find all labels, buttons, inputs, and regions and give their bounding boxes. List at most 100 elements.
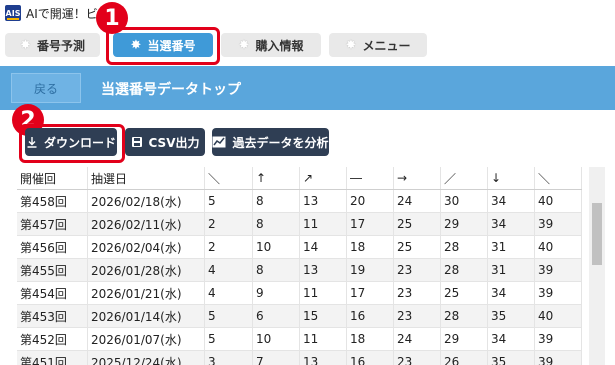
table-cell: 20	[346, 189, 394, 213]
table-cell: 13	[299, 258, 347, 282]
tab-label: 購入情報	[255, 38, 304, 53]
table-cell: 40	[534, 235, 582, 259]
back-button[interactable]: 戻る	[11, 73, 81, 103]
download-button[interactable]: ダウンロード	[25, 128, 117, 156]
table-cell: 第451回	[17, 350, 88, 365]
column-header-n2[interactable]: ↑	[252, 167, 300, 190]
table-cell: 第457回	[17, 212, 88, 236]
table-cell: 5	[204, 189, 253, 213]
table-cell: 39	[534, 350, 582, 365]
table-cell: 26	[440, 350, 488, 365]
table-cell: 11	[299, 212, 347, 236]
table-cell: 39	[534, 281, 582, 305]
table-cell: 3	[204, 350, 253, 365]
table-cell: 18	[346, 235, 394, 259]
table-row[interactable]: 第452回 2026/01/07(水) 5 10 11 18 24 29 34 …	[17, 327, 582, 351]
table-row[interactable]: 第453回 2026/01/14(水) 5 6 15 16 23 28 35 4…	[17, 304, 582, 328]
table-row[interactable]: 第457回 2026/02/11(水) 2 8 11 17 25 29 34 3…	[17, 212, 582, 236]
table-cell: 25	[440, 281, 488, 305]
table-cell: 4	[204, 281, 253, 305]
tab-number-prediction[interactable]: ✸ 番号予測	[5, 33, 100, 57]
table-cell: 24	[393, 189, 441, 213]
table-cell: 28	[440, 258, 488, 282]
download-label: ダウンロード	[43, 135, 116, 150]
tab-menu[interactable]: ✸ メニュー	[329, 33, 427, 57]
csv-export-button[interactable]: CSV出力	[125, 128, 205, 156]
table-cell: 40	[534, 189, 582, 213]
table-cell: 7	[252, 350, 300, 365]
annotation-badge-1: 1	[96, 2, 128, 34]
column-header-date[interactable]: 抽選日	[87, 167, 205, 190]
table-cell: 2	[204, 212, 253, 236]
tab-label: メニュー	[362, 38, 411, 53]
table-cell: 40	[534, 304, 582, 328]
table-cell: 13	[299, 189, 347, 213]
download-icon	[26, 136, 38, 148]
table-cell: 34	[487, 189, 535, 213]
page-header: 戻る 当選番号データトップ	[0, 66, 615, 110]
app-logo-text: AIS	[5, 8, 21, 18]
app-logo: AIS	[5, 5, 21, 21]
table-cell: 14	[299, 235, 347, 259]
highlight-box-tab	[106, 27, 220, 65]
results-table-container: 開催回 抽選日 ＼ ↑ ↗ ― → ／ ↓ ＼ 第458回 2026/02/18…	[17, 167, 589, 365]
table-cell: 24	[393, 327, 441, 351]
table-cell: 34	[487, 212, 535, 236]
table-cell: 28	[440, 304, 488, 328]
save-icon	[131, 136, 143, 148]
table-cell: 10	[252, 327, 300, 351]
table-cell: 16	[346, 350, 394, 365]
column-header-n1[interactable]: ＼	[204, 167, 253, 190]
table-cell: 29	[440, 327, 488, 351]
table-cell: 11	[299, 281, 347, 305]
table-cell: 31	[487, 235, 535, 259]
table-cell: 34	[487, 327, 535, 351]
column-header-round[interactable]: 開催回	[17, 167, 88, 190]
column-header-n5[interactable]: →	[393, 167, 441, 190]
table-cell: 9	[252, 281, 300, 305]
table-cell: 2026/01/14(水)	[87, 304, 205, 328]
table-row[interactable]: 第455回 2026/01/28(水) 4 8 13 19 23 28 31 3…	[17, 258, 582, 282]
csv-export-label: CSV出力	[148, 135, 200, 150]
column-header-n4[interactable]: ―	[346, 167, 394, 190]
column-header-n3[interactable]: ↗	[299, 167, 347, 190]
analyze-past-data-button[interactable]: 過去データを分析	[212, 128, 329, 156]
table-cell: 15	[299, 304, 347, 328]
title-bar: AIS AIで開運！ビン	[0, 0, 615, 26]
tab-purchase-info[interactable]: ✸ 購入情報	[221, 33, 321, 57]
table-cell: 17	[346, 281, 394, 305]
scrollbar-thumb[interactable]	[592, 203, 602, 265]
table-row[interactable]: 第451回 2025/12/24(水) 3 7 13 16 23 26 35 3…	[17, 350, 582, 365]
column-header-n7[interactable]: ↓	[487, 167, 535, 190]
table-row[interactable]: 第456回 2026/02/04(水) 2 10 14 18 25 28 31 …	[17, 235, 582, 259]
table-cell: 29	[440, 212, 488, 236]
table-cell: 4	[204, 258, 253, 282]
table-cell: 2026/01/07(水)	[87, 327, 205, 351]
table-row[interactable]: 第458回 2026/02/18(水) 5 8 13 20 24 30 34 4…	[17, 189, 582, 213]
table-cell: 18	[346, 327, 394, 351]
table-cell: 8	[252, 189, 300, 213]
table-cell: 10	[252, 235, 300, 259]
table-cell: 5	[204, 304, 253, 328]
chart-icon	[212, 136, 226, 148]
table-cell: 2026/02/18(水)	[87, 189, 205, 213]
table-cell: 第453回	[17, 304, 88, 328]
table-cell: 39	[534, 258, 582, 282]
tab-bar: ✸ 番号予測 ✸ 当選番号 ✸ 購入情報 ✸ メニュー	[0, 26, 615, 66]
table-cell: 第458回	[17, 189, 88, 213]
table-cell: 第456回	[17, 235, 88, 259]
table-cell: 11	[299, 327, 347, 351]
table-cell: 13	[299, 350, 347, 365]
table-scrollbar[interactable]	[589, 167, 605, 365]
table-cell: 第455回	[17, 258, 88, 282]
table-cell: 16	[346, 304, 394, 328]
star-icon: ✸	[238, 37, 250, 53]
table-cell: 23	[393, 281, 441, 305]
table-cell: 2026/02/04(水)	[87, 235, 205, 259]
table-cell: 34	[487, 281, 535, 305]
column-header-n6[interactable]: ／	[440, 167, 488, 190]
table-cell: 8	[252, 258, 300, 282]
tab-label: 番号予測	[36, 38, 85, 53]
table-row[interactable]: 第454回 2026/01/21(水) 4 9 11 17 23 25 34 3…	[17, 281, 582, 305]
column-header-n8[interactable]: ＼	[534, 167, 582, 190]
